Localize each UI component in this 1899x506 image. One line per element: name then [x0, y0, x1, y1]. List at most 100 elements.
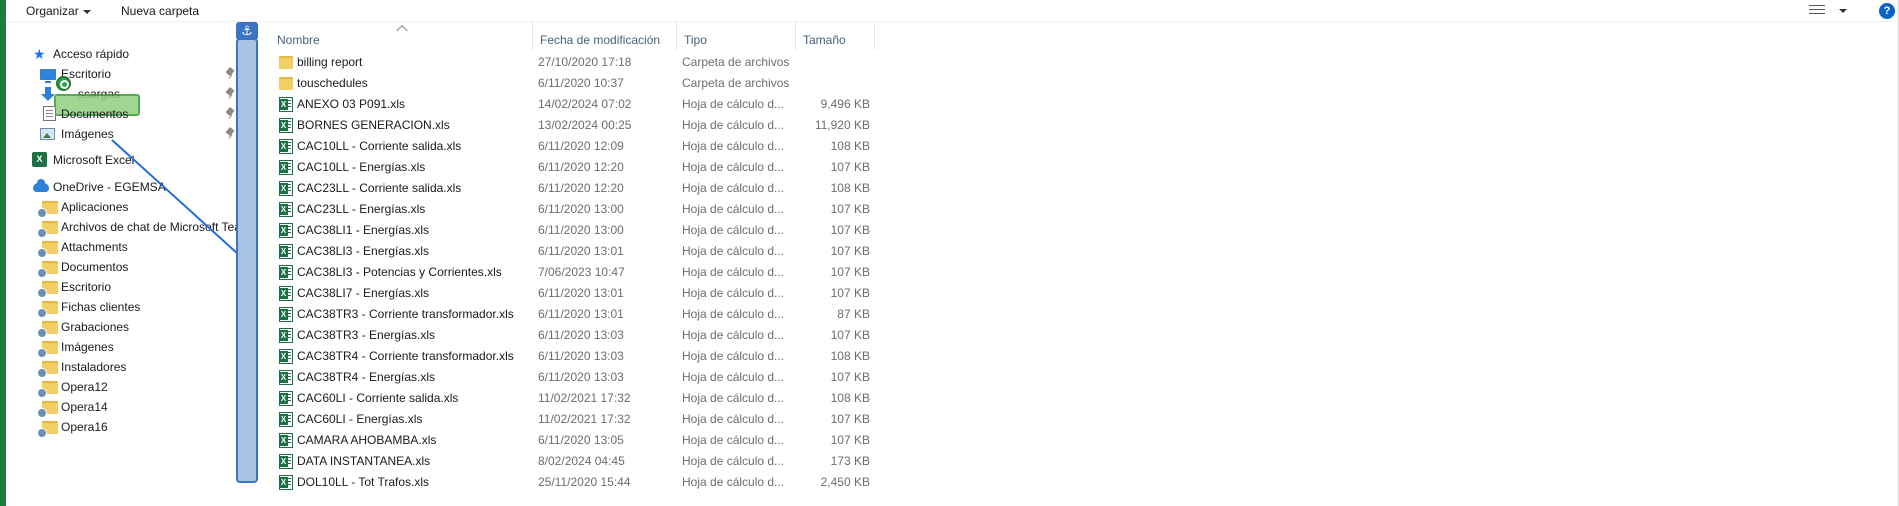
- file-row[interactable]: CAC38TR3 - Energías.xls 6/11/2020 13:03 Ho…: [270, 325, 970, 346]
- cloud-icon: [33, 179, 49, 192]
- excel-file-icon: [279, 97, 293, 112]
- file-row[interactable]: CAC38TR3 - Corriente transformador.xls 6/…: [270, 304, 970, 325]
- file-date: 6/11/2020 10:37: [538, 76, 624, 90]
- file-name: CAC23LL - Energías.xls: [297, 202, 426, 216]
- file-name: CAMARA AHOBAMBA.xls: [297, 433, 437, 447]
- column-header-date[interactable]: Fecha de modificación: [533, 22, 677, 50]
- sort-ascending-icon: [398, 25, 406, 31]
- excel-file-icon: [279, 454, 293, 469]
- file-type: Hoja de cálculo d...: [682, 307, 785, 321]
- file-row[interactable]: CAC38TR4 - Corriente transformador.xls 6/…: [270, 346, 970, 367]
- nav-item-label: Grabaciones: [61, 320, 130, 334]
- nav-item-folder[interactable]: Aplicaciones: [6, 197, 236, 218]
- file-size: 107 KB: [830, 160, 870, 174]
- new-folder-button[interactable]: Nueva carpeta: [121, 4, 199, 18]
- file-row[interactable]: CAC10LL - Energías.xls 6/11/2020 12:20 Hoj…: [270, 157, 970, 178]
- excel-file-icon: [279, 391, 293, 406]
- column-header-name[interactable]: Nombre: [270, 22, 533, 50]
- folder-icon: [279, 77, 293, 90]
- pin-icon: [226, 68, 234, 80]
- file-name: CAC23LL - Corriente salida.xls: [297, 181, 462, 195]
- file-row[interactable]: DATA INSTANTANEA.xls 8/02/2024 04:45 Hoja …: [270, 451, 970, 472]
- file-row[interactable]: BORNES GENERACION.xls 13/02/2024 00:25 Hoj…: [270, 115, 970, 136]
- pin-icon: [226, 108, 234, 120]
- nav-item-folder[interactable]: Attachments: [6, 237, 236, 258]
- file-name: BORNES GENERACION.xls: [297, 118, 450, 132]
- drag-start-marker-icon: [56, 76, 71, 91]
- organize-button[interactable]: Organizar: [26, 4, 91, 18]
- nav-item-documentos-pinned[interactable]: Documentos: [6, 104, 236, 124]
- nav-item-folder[interactable]: Imágenes: [6, 337, 236, 358]
- chevron-down-icon: [1839, 9, 1847, 13]
- file-type: Hoja de cálculo d...: [682, 265, 785, 279]
- nav-item-escritorio-pinned[interactable]: Escritorio: [6, 64, 236, 84]
- file-row[interactable]: CAC38LI3 - Energías.xls 6/11/2020 13:01 Ho…: [270, 241, 970, 262]
- file-date: 8/02/2024 04:45: [538, 454, 625, 468]
- help-button[interactable]: ?: [1879, 3, 1895, 19]
- nav-item-folder[interactable]: Opera14: [6, 397, 236, 418]
- file-date: 7/06/2023 10:47: [538, 265, 625, 279]
- file-name: ANEXO 03 P091.xls: [297, 97, 406, 111]
- file-name: CAC10LL - Corriente salida.xls: [297, 139, 462, 153]
- column-header-type[interactable]: Tipo: [677, 22, 796, 50]
- file-row[interactable]: CAC38LI3 - Potencias y Corrientes.xls 7/0…: [270, 262, 970, 283]
- nav-item-folder[interactable]: Grabaciones: [6, 317, 236, 338]
- nav-item-quick-access[interactable]: ★ Acceso rápido: [6, 44, 236, 64]
- nav-item-folder[interactable]: Escritorio: [6, 277, 236, 298]
- file-name: touschedules: [297, 76, 368, 90]
- nav-item-folder[interactable]: Documentos: [6, 257, 236, 278]
- file-name: CAC38LI3 - Energías.xls: [297, 244, 430, 258]
- file-date: 6/11/2020 13:01: [538, 286, 624, 300]
- nav-item-microsoft-excel[interactable]: X Microsoft Excel: [6, 150, 236, 170]
- file-row[interactable]: CAC10LL - Corriente salida.xls 6/11/2020 …: [270, 136, 970, 157]
- file-row[interactable]: CAC60LI - Energías.xls 11/02/2021 17:32 Ho…: [270, 409, 970, 430]
- file-row[interactable]: CAC38LI1 - Energías.xls 6/11/2020 13:00 Ho…: [270, 220, 970, 241]
- file-date: 14/02/2024 07:02: [538, 97, 632, 111]
- file-row[interactable]: CAMARA AHOBAMBA.xls 6/11/2020 13:05 Hoja d…: [270, 430, 970, 451]
- file-row[interactable]: billing report 27/10/2020 17:18 Carpeta de…: [270, 52, 970, 73]
- nav-item-label: Opera16: [61, 420, 108, 434]
- pictures-icon: [40, 128, 55, 140]
- nav-item-label: Attachments: [61, 240, 128, 254]
- excel-file-icon: [279, 181, 293, 196]
- file-name: CAC60LI - Corriente salida.xls: [297, 391, 459, 405]
- excel-file-icon: [279, 223, 293, 238]
- nav-item-folder[interactable]: Opera12: [6, 377, 236, 398]
- nav-item-onedrive[interactable]: OneDrive - EGEMSA: [6, 177, 236, 197]
- file-row[interactable]: touschedules 6/11/2020 10:37 Carpeta de ar…: [270, 73, 970, 94]
- file-size: 107 KB: [830, 202, 870, 216]
- column-header-label: Nombre: [277, 33, 320, 47]
- file-type: Hoja de cálculo d...: [682, 139, 785, 153]
- nav-item-folder[interactable]: Instaladores: [6, 357, 236, 378]
- file-row[interactable]: DOL10LL - Tot Trafos.xls 25/11/2020 15:44…: [270, 472, 970, 493]
- change-view-button[interactable]: [1809, 3, 1851, 19]
- file-size: 107 KB: [830, 412, 870, 426]
- nav-item-imagenes-pinned[interactable]: Imágenes: [6, 124, 236, 144]
- excel-icon: X: [32, 152, 47, 167]
- nav-item-folder[interactable]: Fichas clientes: [6, 297, 236, 318]
- file-row[interactable]: CAC23LL - Corriente salida.xls 6/11/2020 …: [270, 178, 970, 199]
- file-type: Hoja de cálculo d...: [682, 370, 785, 384]
- column-header-size[interactable]: Tamaño: [796, 22, 875, 50]
- file-size: 107 KB: [830, 328, 870, 342]
- file-list: Nombre Fecha de modificación Tipo Tamaño…: [270, 22, 1899, 506]
- file-size: 107 KB: [830, 286, 870, 300]
- file-row[interactable]: CAC60LI - Corriente salida.xls 11/02/2021…: [270, 388, 970, 409]
- nav-item-label: Aplicaciones: [61, 200, 129, 214]
- nav-item-folder[interactable]: Archivos de chat de Microsoft Tea: [6, 217, 238, 238]
- file-row[interactable]: CAC23LL - Energías.xls 6/11/2020 13:00 Hoj…: [270, 199, 970, 220]
- document-icon: [43, 106, 56, 121]
- file-date: 6/11/2020 13:00: [538, 202, 624, 216]
- scroll-drag-bar[interactable]: [236, 38, 258, 483]
- nav-item-folder[interactable]: Opera16: [6, 417, 236, 438]
- file-size: 9,496 KB: [820, 97, 870, 111]
- file-type: Hoja de cálculo d...: [682, 223, 785, 237]
- file-row[interactable]: CAC38LI7 - Energías.xls 6/11/2020 13:01 Ho…: [270, 283, 970, 304]
- file-date: 6/11/2020 13:03: [538, 328, 624, 342]
- file-row[interactable]: ANEXO 03 P091.xls 14/02/2024 07:02 Hoja de…: [270, 94, 970, 115]
- file-date: 6/11/2020 12:20: [538, 160, 624, 174]
- file-row[interactable]: CAC38TR4 - Energías.xls 6/11/2020 13:03 Ho…: [270, 367, 970, 388]
- nav-item-label: Archivos de chat de Microsoft Tea: [61, 220, 238, 234]
- nav-item-label: Opera14: [61, 400, 108, 414]
- file-name: CAC38TR4 - Energías.xls: [297, 370, 436, 384]
